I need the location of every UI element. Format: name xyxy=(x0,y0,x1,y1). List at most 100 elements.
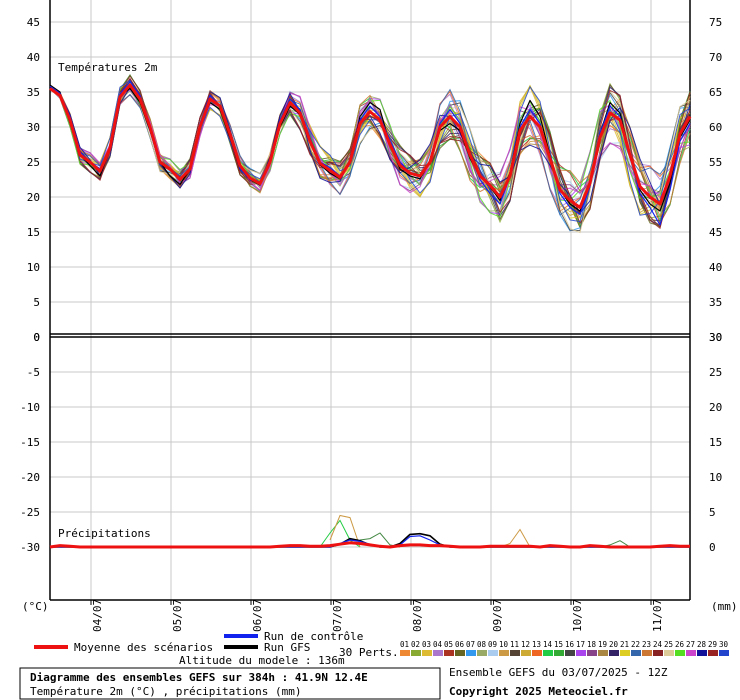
precip-tick-right: 30 xyxy=(709,331,722,344)
precip-tick-left: -5 xyxy=(27,366,40,379)
pert-number: 04 xyxy=(433,640,443,649)
pert-swatch xyxy=(400,650,410,656)
precip-tick-right: 5 xyxy=(709,506,716,519)
legend-mean-label: Moyenne des scénarios xyxy=(74,641,213,654)
pert-swatch xyxy=(565,650,575,656)
temp-tick-left: 30 xyxy=(27,121,40,134)
pert-number: 06 xyxy=(455,640,465,649)
y-axis-unit-left: (°C) xyxy=(22,600,49,613)
temp-tick-right: 45 xyxy=(709,226,722,239)
pert-number: 22 xyxy=(631,640,640,649)
pert-swatch xyxy=(422,650,432,656)
pert-number: 09 xyxy=(488,640,497,649)
pert-swatch xyxy=(642,650,652,656)
pert-number: 07 xyxy=(466,640,475,649)
pert-swatch xyxy=(609,650,619,656)
legend-mean-swatch xyxy=(34,645,68,649)
temp-tick-left: 20 xyxy=(27,191,40,204)
pert-number: 27 xyxy=(686,640,695,649)
precip-tick-left: -20 xyxy=(20,471,40,484)
precip-tick-right: 10 xyxy=(709,471,722,484)
run-info: Ensemble GEFS du 03/07/2025 - 12Z xyxy=(449,666,668,679)
pert-number: 05 xyxy=(444,640,453,649)
temp-tick-right: 60 xyxy=(709,121,722,134)
temp-tick-right: 40 xyxy=(709,261,722,274)
pert-number: 23 xyxy=(642,640,651,649)
precip-tick-left: -15 xyxy=(20,436,40,449)
pert-swatch xyxy=(686,650,696,656)
pert-swatch xyxy=(477,650,487,656)
pert-number: 24 xyxy=(653,640,663,649)
pert-swatch xyxy=(697,650,707,656)
precip-tick-right: 0 xyxy=(709,541,716,554)
pert-number: 26 xyxy=(675,640,685,649)
gefs-ensemble-chart: 45 7540 7035 6530 6025 5520 5015 4510 405 350 300 3… xyxy=(0,0,740,700)
legend-gfs-label: Run GFS xyxy=(264,641,310,654)
pert-number: 15 xyxy=(554,640,563,649)
pert-swatch xyxy=(631,650,641,656)
pert-number: 01 xyxy=(400,640,409,649)
pert-number: 20 xyxy=(609,640,619,649)
date-tick-label: 05/07 xyxy=(171,599,184,632)
pert-number: 02 xyxy=(411,640,420,649)
pert-swatch xyxy=(510,650,520,656)
date-tick-label: 07/07 xyxy=(331,599,344,632)
pert-swatch xyxy=(576,650,586,656)
precip-tick-right: 25 xyxy=(709,366,722,379)
pert-number: 11 xyxy=(510,640,519,649)
pert-swatch xyxy=(708,650,718,656)
pert-swatch xyxy=(455,650,465,656)
pert-swatch xyxy=(532,650,542,656)
pert-swatch xyxy=(521,650,531,656)
pert-swatch xyxy=(675,650,685,656)
pert-swatch xyxy=(653,650,663,656)
pert-number: 19 xyxy=(598,640,607,649)
pert-number: 14 xyxy=(543,640,553,649)
pert-number: 13 xyxy=(532,640,541,649)
pert-number: 25 xyxy=(664,640,673,649)
pert-swatch xyxy=(444,650,454,656)
pert-number: 12 xyxy=(521,640,530,649)
pert-swatch xyxy=(554,650,564,656)
precip-tick-left: 0 xyxy=(33,331,40,344)
pert-swatch xyxy=(543,650,553,656)
pert-number: 28 xyxy=(697,640,707,649)
pert-number: 17 xyxy=(576,640,585,649)
pert-swatch xyxy=(499,650,509,656)
precip-tick-left: -30 xyxy=(20,541,40,554)
temp-tick-left: 5 xyxy=(33,296,40,309)
diagram-subtitle: Température 2m (°C) , précipitations (mm… xyxy=(30,685,302,698)
temp-tick-left: 15 xyxy=(27,226,40,239)
date-tick-label: 10/07 xyxy=(571,599,584,632)
pert-number: 03 xyxy=(422,640,431,649)
precip-tick-left: -10 xyxy=(20,401,40,414)
date-tick-label: 09/07 xyxy=(491,599,504,632)
temp-tick-left: 40 xyxy=(27,51,40,64)
temp-tick-right: 70 xyxy=(709,51,722,64)
copyright: Copyright 2025 Meteociel.fr xyxy=(449,685,628,698)
pert-number: 29 xyxy=(708,640,717,649)
pert-swatch xyxy=(488,650,498,656)
date-tick-label: 11/07 xyxy=(651,599,664,632)
diagram-title: Diagramme des ensembles GEFS sur 384h : … xyxy=(30,671,368,684)
temp-tick-right: 35 xyxy=(709,296,722,309)
precip-tick-left: -25 xyxy=(20,506,40,519)
date-tick-label: 06/07 xyxy=(251,599,264,632)
pert-swatch xyxy=(466,650,476,656)
pert-number: 16 xyxy=(565,640,575,649)
temp-tick-right: 75 xyxy=(709,16,722,29)
date-tick-label: 08/07 xyxy=(411,599,424,632)
temp-tick-right: 50 xyxy=(709,191,722,204)
legend-gfs-swatch xyxy=(224,645,258,649)
temp-tick-right: 65 xyxy=(709,86,722,99)
pert-swatch xyxy=(411,650,421,656)
temp-tick-left: 25 xyxy=(27,156,40,169)
legend-control-swatch xyxy=(224,634,258,638)
temp-tick-left: 35 xyxy=(27,86,40,99)
pert-number: 21 xyxy=(620,640,629,649)
legend-perts-label: 30 Perts. xyxy=(339,646,399,659)
pert-swatch xyxy=(587,650,597,656)
temp-panel-title: Températures 2m xyxy=(58,61,158,74)
precip-panel-title: Précipitations xyxy=(58,527,151,540)
pert-swatch xyxy=(433,650,443,656)
